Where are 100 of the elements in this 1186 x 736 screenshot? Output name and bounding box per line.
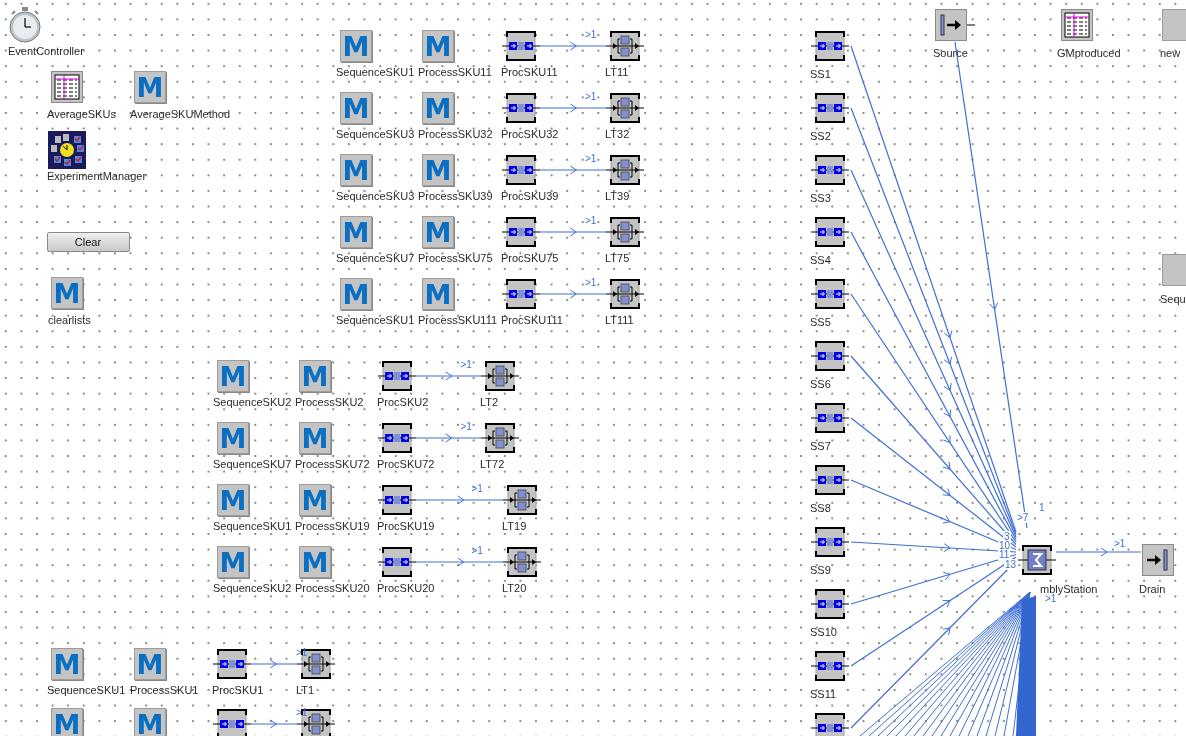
station-icon[interactable] — [811, 711, 849, 736]
object-label: LT11 — [605, 66, 629, 79]
object-label: SS6 — [810, 378, 831, 391]
experiment-manager-icon[interactable] — [48, 131, 86, 169]
object-label: ProcessSKU39 — [418, 190, 493, 203]
method-icon[interactable]: M — [340, 154, 372, 186]
station-icon[interactable] — [811, 339, 849, 373]
object-label: SS10 — [810, 626, 837, 639]
parallel-station-icon[interactable] — [481, 359, 519, 393]
assembly-station-icon[interactable] — [1018, 543, 1056, 577]
object-label: SequenceSKU3 — [336, 128, 415, 141]
station-icon[interactable] — [502, 29, 540, 63]
table-icon[interactable] — [1061, 9, 1093, 41]
method-icon[interactable]: M — [217, 422, 249, 454]
method-icon[interactable]: M — [51, 648, 83, 680]
object-label: SS1 — [810, 68, 831, 81]
method-icon[interactable]: M — [422, 92, 454, 124]
station-icon[interactable] — [378, 545, 416, 579]
object-label: SequenceSKU1 — [336, 66, 415, 79]
port-label: >1 — [460, 421, 472, 432]
object-label: SequenceSKU1 — [336, 314, 415, 327]
parallel-station-icon[interactable] — [606, 277, 644, 311]
parallel-station-icon[interactable] — [481, 421, 519, 455]
station-icon[interactable] — [811, 463, 849, 497]
port-label: 11 — [998, 549, 1011, 560]
method-icon[interactable]: M — [299, 360, 331, 392]
object-label: SS7 — [810, 440, 831, 453]
parallel-station-icon[interactable] — [606, 29, 644, 63]
station-icon[interactable] — [811, 401, 849, 435]
method-icon[interactable]: M — [422, 278, 454, 310]
station-icon[interactable] — [811, 153, 849, 187]
station-icon[interactable] — [811, 525, 849, 559]
station-icon[interactable] — [502, 153, 540, 187]
stopwatch-icon[interactable] — [8, 7, 42, 43]
method-icon[interactable]: M — [422, 30, 454, 62]
method-icon[interactable]: M — [217, 546, 249, 578]
parallel-station-icon[interactable] — [606, 91, 644, 125]
object-label: SS8 — [810, 502, 831, 515]
method-icon[interactable]: M — [217, 484, 249, 516]
object-label: ProcSKU19 — [377, 520, 435, 533]
object-label: SequenceSKU2 — [213, 396, 292, 409]
parallel-station-icon[interactable] — [503, 483, 541, 517]
object-label: ProcSKU11 — [501, 66, 558, 79]
parallel-station-icon[interactable] — [606, 153, 644, 187]
method-icon[interactable]: M — [340, 30, 372, 62]
table-icon[interactable] — [51, 71, 83, 103]
station-icon[interactable] — [811, 29, 849, 63]
object-label: ProcessSKU20 — [295, 582, 370, 595]
method-icon[interactable]: M — [134, 71, 166, 103]
station-icon[interactable] — [502, 91, 540, 125]
method-icon[interactable]: M — [134, 648, 166, 680]
method-icon[interactable]: M — [299, 422, 331, 454]
port-label: >1 — [585, 215, 597, 226]
station-icon[interactable] — [811, 277, 849, 311]
station-icon[interactable] — [378, 359, 416, 393]
station-icon[interactable] — [213, 647, 251, 681]
station-icon[interactable] — [378, 483, 416, 517]
method-icon[interactable]: M — [340, 92, 372, 124]
parallel-station-icon[interactable] — [606, 215, 644, 249]
station-icon[interactable] — [213, 707, 251, 736]
port-label: >1 — [585, 153, 597, 164]
method-icon[interactable]: M — [340, 278, 372, 310]
method-icon[interactable]: M — [422, 154, 454, 186]
object-label: ProcSKU2 — [377, 396, 429, 409]
object-label: EventController — [8, 45, 84, 58]
object-label: ProcSKU75 — [501, 252, 559, 265]
object-label: AverageSKUs — [47, 108, 116, 121]
object-label: LT19 — [502, 520, 527, 533]
object-label: new — [1160, 47, 1181, 60]
method-icon[interactable]: M — [51, 708, 83, 736]
method-icon[interactable]: M — [134, 708, 166, 736]
port-label: >1 — [471, 545, 483, 556]
method-icon[interactable]: M — [217, 360, 249, 392]
station-icon[interactable] — [811, 587, 849, 621]
port-label: >7 — [1016, 512, 1030, 523]
method-icon[interactable]: M — [299, 546, 331, 578]
object-label: ProcessSKU1 — [130, 684, 199, 697]
method-icon[interactable]: M — [340, 216, 372, 248]
source-icon[interactable] — [935, 9, 975, 41]
object-label: ProcSKU1 — [212, 684, 264, 697]
object-label: ProcSKU72 — [377, 458, 435, 471]
parallel-station-icon[interactable] — [297, 647, 335, 681]
object-label: LT72 — [480, 458, 505, 471]
station-icon[interactable] — [811, 215, 849, 249]
station-icon[interactable] — [811, 91, 849, 125]
clear-button[interactable]: Clear — [46, 232, 130, 252]
object-label: ProcSKU39 — [501, 190, 559, 203]
object-label: SequenceSKU2 — [213, 582, 292, 595]
station-icon[interactable] — [811, 649, 849, 683]
object-label: LT75 — [605, 252, 630, 265]
station-icon[interactable] — [502, 215, 540, 249]
parallel-station-icon[interactable] — [297, 707, 335, 736]
method-icon[interactable]: M — [422, 216, 454, 248]
drain-icon[interactable] — [1142, 544, 1174, 576]
port-label: >1 — [1114, 538, 1126, 549]
method-icon[interactable]: M — [299, 484, 331, 516]
parallel-station-icon[interactable] — [503, 545, 541, 579]
station-icon[interactable] — [378, 421, 416, 455]
station-icon[interactable] — [502, 277, 540, 311]
method-icon[interactable]: M — [51, 277, 83, 309]
